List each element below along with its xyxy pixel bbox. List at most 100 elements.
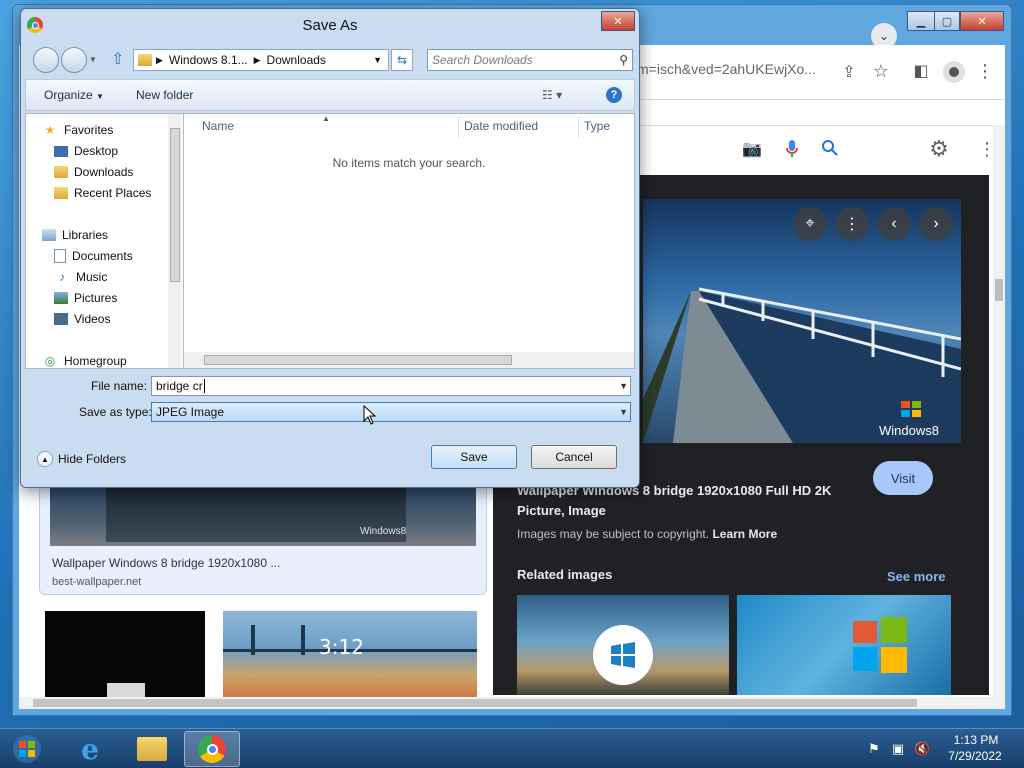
column-date-modified[interactable]: Date modified [464, 114, 538, 138]
nav-music-label: Music [76, 270, 108, 284]
command-bar: Organize ▼ New folder ☷ ▾ ? [25, 79, 635, 111]
next-arrow-icon[interactable]: › [919, 207, 953, 241]
file-name-input[interactable]: bridge cr ▼ [151, 376, 631, 396]
result-title[interactable]: Wallpaper Windows 8 bridge 1920x1080 ... [52, 556, 472, 570]
back-button[interactable] [33, 47, 59, 73]
file-name-value: bridge cr [156, 379, 203, 393]
search-icon[interactable] [821, 139, 843, 159]
bookmark-star-icon[interactable]: ☆ [869, 59, 893, 83]
address-dropdown-icon[interactable]: ▼ [373, 55, 382, 65]
horizontal-scrollbar[interactable] [19, 697, 1005, 709]
maximize-button[interactable]: ▢ [934, 11, 960, 31]
more-menu-icon[interactable]: ⋮ [975, 59, 995, 83]
profile-avatar[interactable] [943, 61, 965, 83]
gear-icon[interactable]: ⚙ [925, 135, 953, 163]
view-options-icon[interactable]: ☷ ▾ [542, 88, 562, 102]
horizontal-scrollbar-thumb[interactable] [33, 699, 917, 707]
nav-videos[interactable]: Videos [54, 309, 110, 329]
nav-documents[interactable]: Documents [54, 246, 133, 266]
documents-icon [54, 249, 66, 263]
nav-documents-label: Documents [72, 249, 133, 263]
search-input[interactable]: Search Downloads ⚲ [427, 49, 633, 71]
dialog-title: Save As [302, 17, 358, 34]
list-scrollbar-thumb[interactable] [204, 355, 512, 365]
volume-muted-icon[interactable]: 🔇 [914, 741, 930, 757]
preview-watermark: Windows8 [879, 423, 939, 438]
libraries-icon [42, 229, 56, 241]
nav-desktop[interactable]: Desktop [54, 141, 118, 161]
star-icon: ★ [44, 123, 56, 137]
column-type[interactable]: Type [584, 114, 610, 138]
start-button[interactable] [4, 731, 50, 767]
breadcrumb-root[interactable]: Windows 8.1... [169, 53, 248, 67]
search-box[interactable]: 📷 [633, 131, 869, 167]
more-options-icon[interactable]: ⋮ [835, 207, 869, 241]
close-button[interactable]: ✕ [960, 11, 1004, 31]
related-image-1[interactable] [517, 595, 729, 695]
selected-thumbnail[interactable]: Windows8 [50, 486, 476, 546]
list-horizontal-scrollbar[interactable] [184, 352, 634, 368]
file-name-dropdown-icon[interactable]: ▼ [619, 377, 628, 395]
preview-image[interactable]: ⌖ ⋮ ‹ › Windows8 [643, 199, 961, 443]
save-type-dropdown-icon[interactable]: ▼ [619, 403, 628, 421]
selected-result-card[interactable]: Windows8 Wallpaper Windows 8 bridge 1920… [39, 485, 487, 595]
taskbar-ie[interactable]: e [62, 731, 118, 767]
up-arrow-icon[interactable]: ⇧ [111, 51, 129, 69]
result-thumbnail-bridge[interactable]: 3:12 [223, 611, 477, 703]
cancel-button[interactable]: Cancel [531, 445, 617, 469]
dialog-close-button[interactable]: ✕ [601, 11, 635, 31]
nav-libraries-label: Libraries [62, 228, 109, 242]
result-source[interactable]: best-wallpaper.net [52, 576, 141, 588]
taskbar-chrome[interactable] [184, 731, 240, 767]
nav-scrollbar[interactable] [168, 114, 182, 368]
taskbar-explorer[interactable] [124, 731, 180, 767]
camera-icon[interactable]: 📷 [741, 139, 763, 159]
nav-downloads[interactable]: Downloads [54, 162, 133, 182]
nav-libraries[interactable]: Libraries [42, 225, 108, 245]
nav-favorites[interactable]: ★ Favorites [42, 120, 114, 140]
desktop-icon [54, 145, 68, 157]
visit-button[interactable]: Visit [873, 461, 933, 495]
nav-music[interactable]: ♪ Music [54, 267, 107, 287]
save-button[interactable]: Save [431, 445, 517, 469]
previous-arrow-icon[interactable]: ‹ [877, 207, 911, 241]
address-bar-url[interactable]: m=isch&ved=2ahUKEwjXo... [637, 61, 837, 77]
result-thumbnail-dark[interactable] [45, 611, 205, 703]
folder-icon [138, 54, 152, 66]
search-magnifier-icon[interactable]: ⚲ [619, 50, 628, 70]
clock-date[interactable]: 7/29/2022 [940, 749, 1010, 763]
nav-pictures[interactable]: Pictures [54, 288, 117, 308]
learn-more-link[interactable]: Learn More [712, 527, 777, 541]
hide-folders-toggle[interactable]: ▲ Hide Folders [37, 451, 126, 467]
nav-homegroup[interactable]: ◎ Homegroup [42, 351, 127, 371]
scrollbar-thumb[interactable] [995, 279, 1003, 301]
downloads-folder-icon [54, 166, 68, 178]
column-name[interactable]: Name [202, 114, 234, 138]
lens-search-icon[interactable]: ⌖ [793, 207, 827, 241]
see-more-link[interactable]: See more [887, 569, 946, 584]
recent-locations-chevron-icon[interactable]: ▼ [89, 55, 97, 64]
forward-button[interactable] [61, 47, 87, 73]
related-image-2[interactable] [737, 595, 951, 695]
refresh-icon[interactable]: ⇆ [391, 49, 413, 71]
text-cursor [203, 379, 205, 393]
column-divider [578, 116, 579, 138]
help-icon[interactable]: ? [606, 87, 622, 103]
save-type-select[interactable]: JPEG Image ▼ [151, 402, 631, 422]
share-icon[interactable]: ⇪ [837, 61, 861, 83]
minimize-button[interactable]: ▁ [907, 11, 935, 31]
nav-scrollbar-thumb[interactable] [170, 128, 180, 282]
nav-recent-places[interactable]: Recent Places [54, 183, 151, 203]
network-icon[interactable]: ▣ [890, 741, 906, 757]
clock-time[interactable]: 1:13 PM [946, 733, 1006, 747]
save-type-value: JPEG Image [156, 405, 225, 419]
address-breadcrumb[interactable]: ▶ Windows 8.1... ▶ Downloads ▼ [133, 49, 389, 71]
flag-icon[interactable]: ⚑ [866, 741, 882, 757]
new-folder-button[interactable]: New folder [136, 88, 193, 102]
page-scrollbar[interactable] [993, 125, 1005, 697]
organize-label: Organize [44, 88, 93, 102]
organize-menu[interactable]: Organize ▼ [44, 88, 104, 102]
side-panel-icon[interactable]: ◧ [909, 59, 933, 83]
microphone-icon[interactable] [781, 139, 803, 159]
breadcrumb-current[interactable]: Downloads [267, 53, 326, 67]
